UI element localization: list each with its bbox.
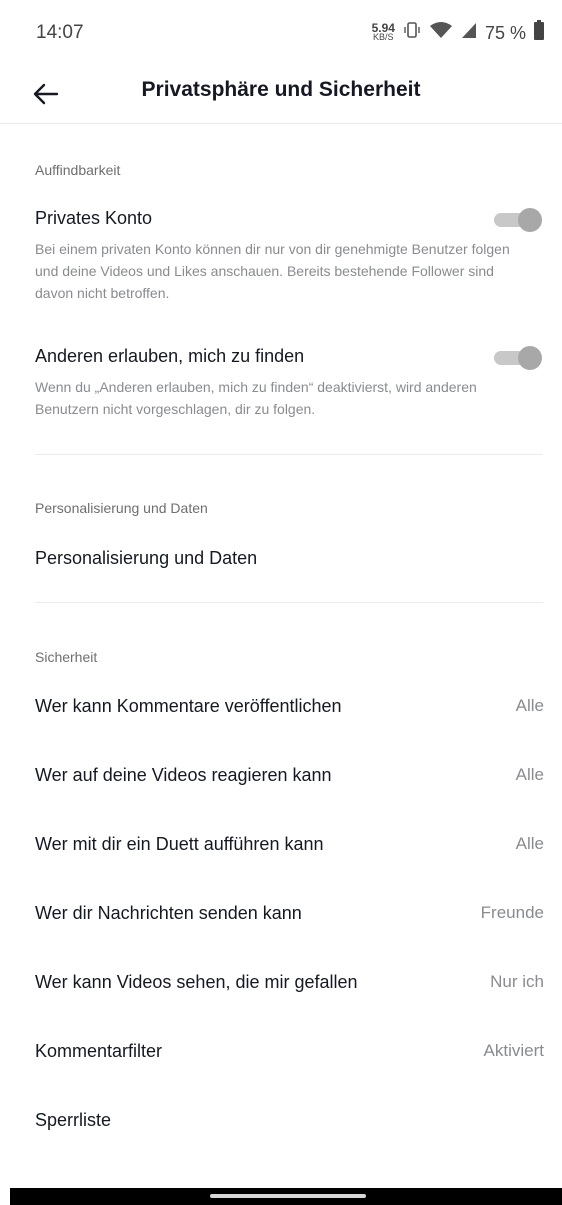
wifi-icon (429, 21, 453, 45)
divider (35, 602, 543, 603)
toggle-knob (518, 346, 542, 370)
security-item-duet[interactable]: Wer mit dir ein Duett aufführen kann All… (0, 820, 562, 870)
list-item-label: Wer kann Kommentare veröffentlichen (35, 696, 342, 716)
status-time: 14:07 (36, 22, 84, 43)
list-item-label: Wer dir Nachrichten senden kann (35, 903, 302, 923)
section-label-personalization: Personalisierung und Daten (35, 500, 208, 516)
list-item-value: Alle (515, 696, 544, 715)
status-icons: 5.94 KB/S 75 % (372, 20, 544, 46)
network-speed-unit: KB/S (373, 32, 394, 42)
list-item-label: Sperrliste (35, 1110, 112, 1130)
security-item-comment-filter[interactable]: Kommentarfilter Aktiviert (0, 1027, 562, 1077)
section-label-discoverability: Auffindbarkeit (35, 162, 121, 178)
allow-find-toggle[interactable] (494, 346, 544, 370)
status-bar: 14:07 5.94 KB/S 75 % (0, 0, 562, 66)
header: Privatsphäre und Sicherheit (0, 66, 562, 124)
personalization-item[interactable]: Personalisierung und Daten (0, 534, 562, 584)
battery-percentage: 75 % (484, 22, 526, 43)
list-item-value: Alle (515, 765, 544, 784)
list-item-value: Freunde (480, 903, 544, 922)
signal-icon (461, 21, 477, 45)
allow-find-title: Anderen erlauben, mich zu finden (35, 346, 305, 366)
personalization-item-label: Personalisierung und Daten (35, 548, 258, 568)
vibrate-icon (403, 21, 421, 45)
security-item-reactions[interactable]: Wer auf deine Videos reagieren kann Alle (0, 751, 562, 801)
system-nav-bar (10, 1188, 562, 1205)
list-item-label: Wer auf deine Videos reagieren kann (35, 765, 332, 785)
private-account-title: Privates Konto (35, 208, 153, 228)
home-indicator[interactable] (210, 1194, 366, 1198)
private-account-description: Bei einem privaten Konto können dir nur … (35, 241, 510, 301)
private-account-toggle[interactable] (494, 208, 544, 232)
list-item-value: Nur ich (490, 972, 544, 991)
list-item-label: Wer mit dir ein Duett aufführen kann (35, 834, 324, 854)
security-item-messages[interactable]: Wer dir Nachrichten senden kann Freunde (0, 889, 562, 939)
security-item-liked-videos[interactable]: Wer kann Videos sehen, die mir gefallen … (0, 958, 562, 1008)
page-title: Privatsphäre und Sicherheit (141, 78, 421, 101)
list-item-value: Aktiviert (483, 1041, 544, 1060)
battery-icon (534, 20, 544, 46)
security-item-comments[interactable]: Wer kann Kommentare veröffentlichen Alle (0, 682, 562, 732)
list-item-label: Kommentarfilter (35, 1041, 163, 1061)
list-item-value: Alle (515, 834, 544, 853)
toggle-knob (518, 208, 542, 232)
network-speed: 5.94 KB/S (372, 22, 395, 42)
divider (35, 454, 543, 455)
section-label-security: Sicherheit (35, 649, 98, 665)
list-item-label: Wer kann Videos sehen, die mir gefallen (35, 972, 358, 992)
security-item-block-list[interactable]: Sperrliste (0, 1096, 562, 1146)
allow-find-description: Wenn du „Anderen erlauben, mich zu finde… (35, 379, 477, 417)
